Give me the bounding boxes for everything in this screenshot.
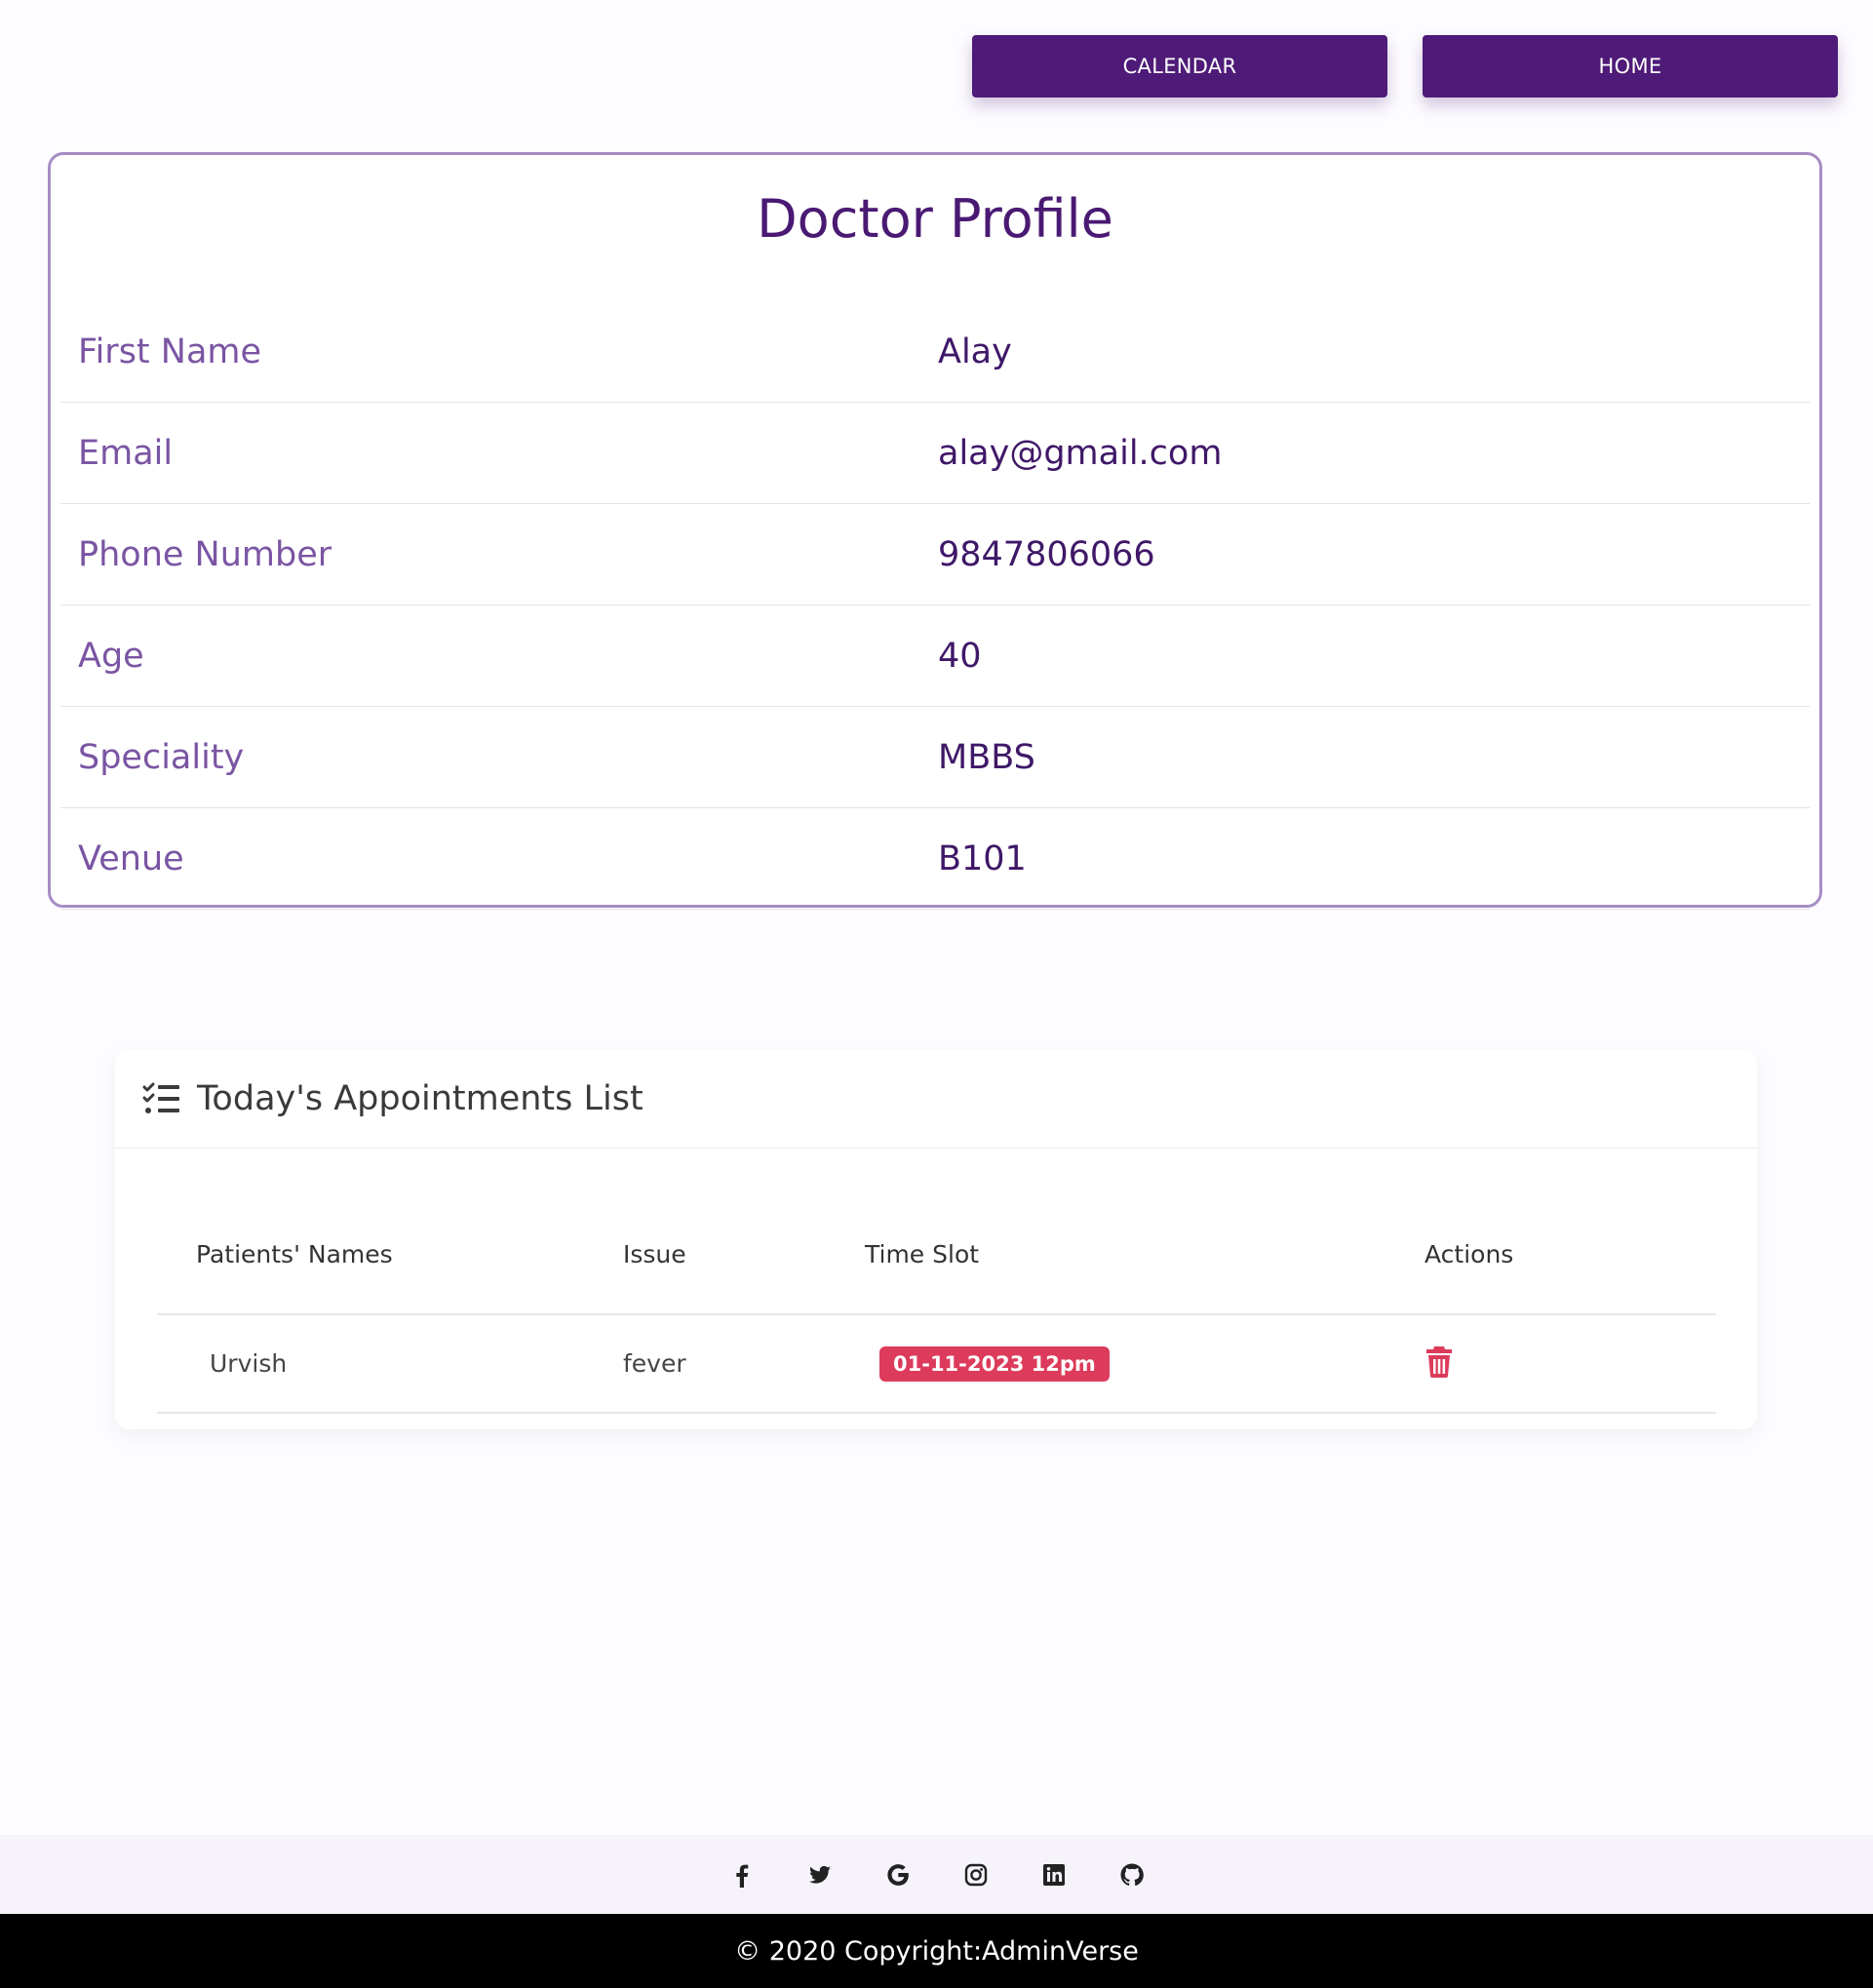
column-header-time-slot: Time Slot: [865, 1240, 980, 1268]
profile-value: 9847806066: [938, 534, 1155, 574]
profile-row-venue: Venue B101: [60, 808, 1810, 910]
appointments-table: Patients' Names Issue Time Slot Actions …: [157, 1221, 1716, 1414]
patient-name: Urvish: [210, 1349, 288, 1378]
profile-row-email: Email alay@gmail.com: [60, 403, 1810, 504]
actions-cell: [1424, 1345, 1716, 1384]
table-header-row: Patients' Names Issue Time Slot Actions: [157, 1221, 1716, 1315]
profile-row-first-name: First Name Alay: [60, 301, 1810, 403]
profile-title: Doctor Profile: [757, 188, 1113, 250]
profile-row-age: Age 40: [60, 605, 1810, 707]
profile-label: Age: [78, 636, 144, 676]
trash-icon[interactable]: [1424, 1345, 1454, 1378]
social-links-bar: [0, 1835, 1873, 1914]
profile-row-speciality: Speciality MBBS: [60, 707, 1810, 808]
instagram-icon[interactable]: [962, 1861, 990, 1889]
profile-label: Speciality: [78, 737, 245, 777]
profile-value: alay@gmail.com: [938, 433, 1223, 473]
time-slot-cell: 01-11-2023 12pm: [865, 1345, 1424, 1382]
column-header-actions: Actions: [1424, 1240, 1514, 1268]
column-header-issue: Issue: [623, 1240, 686, 1268]
google-icon[interactable]: [884, 1861, 912, 1889]
twitter-icon[interactable]: [806, 1861, 834, 1889]
profile-label: Email: [78, 433, 174, 473]
patient-issue: fever: [623, 1349, 686, 1378]
appointments-title: Today's Appointments List: [197, 1079, 644, 1118]
profile-label: First Name: [78, 331, 262, 371]
facebook-icon[interactable]: [728, 1861, 756, 1889]
doctor-profile-card: Doctor Profile First Name Alay Email ala…: [48, 152, 1822, 910]
appointments-header: Today's Appointments List: [115, 1050, 1757, 1149]
column-header-patients-names: Patients' Names: [196, 1240, 393, 1268]
footer: © 2020 Copyright:AdminVerse: [0, 1914, 1873, 1988]
profile-details: First Name Alay Email alay@gmail.com Pho…: [60, 301, 1810, 910]
profile-value: 40: [938, 636, 982, 676]
appointments-card: Today's Appointments List Patients' Name…: [115, 1050, 1757, 1429]
profile-label: Venue: [78, 838, 184, 878]
profile-row-phone-number: Phone Number 9847806066: [60, 504, 1810, 605]
github-icon[interactable]: [1118, 1861, 1146, 1889]
profile-value: Alay: [938, 331, 1012, 371]
time-slot-badge: 01-11-2023 12pm: [879, 1345, 1110, 1382]
home-button[interactable]: HOME: [1423, 35, 1838, 97]
list-check-icon: [142, 1082, 179, 1113]
profile-value: MBBS: [938, 737, 1035, 777]
linkedin-icon[interactable]: [1040, 1861, 1068, 1889]
profile-value: B101: [938, 838, 1027, 878]
calendar-button[interactable]: CALENDAR: [972, 35, 1387, 97]
table-row: Urvish fever 01-11-2023 12pm: [157, 1315, 1716, 1414]
profile-label: Phone Number: [78, 534, 332, 574]
copyright-text: © 2020 Copyright:AdminVerse: [734, 1935, 1139, 1967]
